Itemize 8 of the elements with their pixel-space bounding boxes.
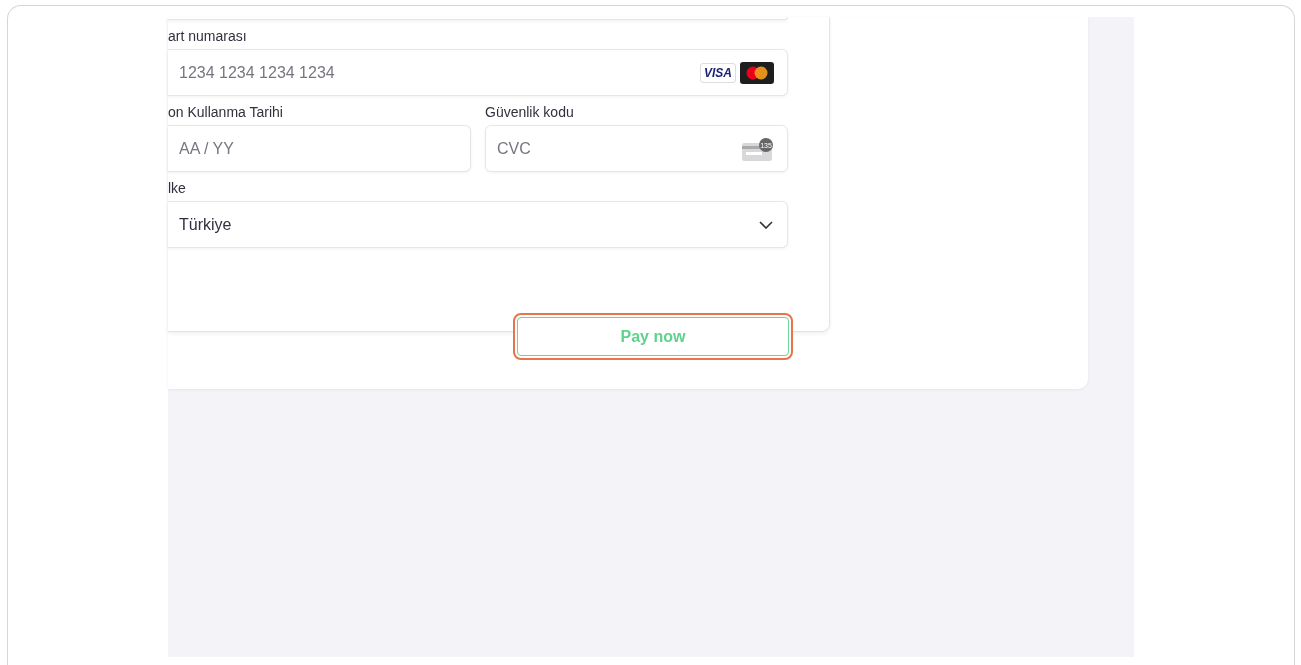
chevron-down-icon (759, 220, 773, 229)
field-label: lke (168, 180, 187, 197)
field-label: Güvenlik kodu (485, 104, 575, 121)
field-label: art numarası (168, 28, 248, 45)
expiry-field[interactable]: AA / YY (168, 125, 471, 172)
country-select[interactable]: Türkiye (168, 201, 788, 248)
mastercard-logo (740, 61, 774, 84)
field-label: on Kullanma Tarihi (168, 104, 284, 121)
